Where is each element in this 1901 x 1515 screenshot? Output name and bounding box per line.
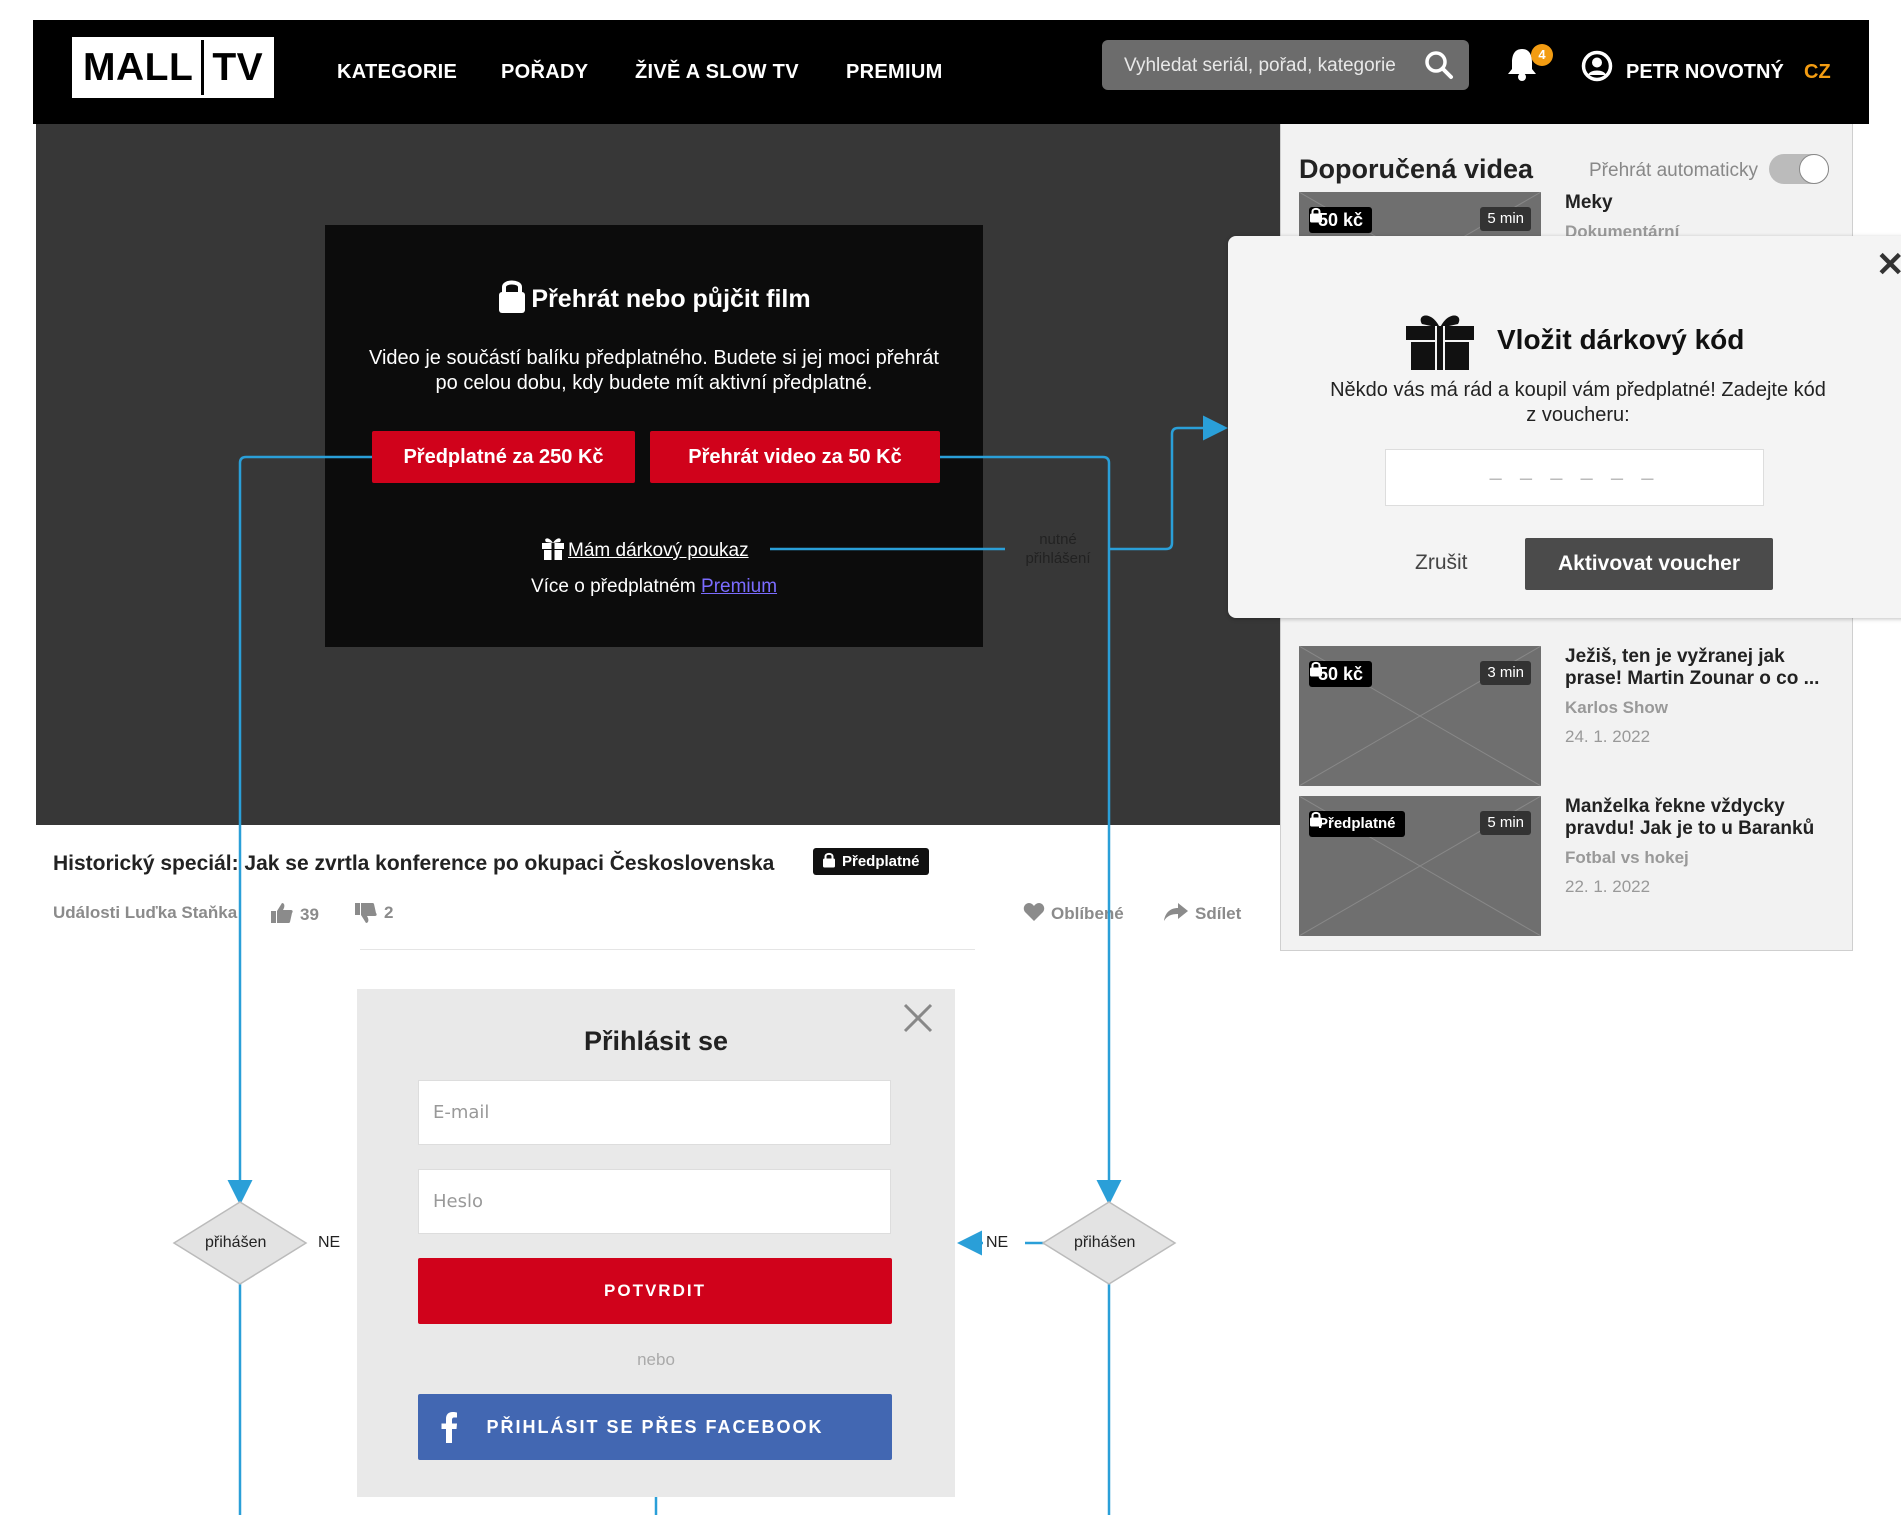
flow-line (227, 455, 372, 1205)
no-label-right: NE (986, 1234, 1009, 1251)
close-icon[interactable] (903, 1003, 933, 1038)
login-dialog: Přihlásit se POTVRDIT nebo PŘIHLÁSIT SE … (357, 989, 955, 1497)
login-required-note-line: přihlášení (1025, 550, 1091, 567)
gift-code-description: Někdo vás má rád a koupil vám předplatné… (1330, 379, 1826, 426)
facebook-login-button[interactable]: PŘIHLÁSIT SE PŘES FACEBOOK (418, 1394, 892, 1460)
voucher-code-input[interactable] (1385, 449, 1764, 506)
login-required-note-line: nutné (1039, 531, 1077, 548)
flow-line (940, 455, 1122, 1205)
password-field[interactable] (418, 1169, 891, 1234)
email-field[interactable] (418, 1080, 891, 1145)
cancel-button[interactable]: Zrušit (1415, 551, 1468, 575)
decision-label-right: přihášen (1074, 1234, 1136, 1251)
no-label-left: NE (318, 1234, 341, 1251)
flow-line (1110, 415, 1228, 551)
login-required-note: nutné přihlášení (1010, 530, 1106, 568)
facebook-login-label: PŘIHLÁSIT SE PŘES FACEBOOK (486, 1417, 824, 1437)
login-title: Přihlásit se (583, 1026, 729, 1056)
gift-icon (1404, 310, 1476, 375)
decision-label-left: přihášen (205, 1234, 267, 1251)
close-icon[interactable]: ✕ (1876, 248, 1901, 282)
confirm-login-button[interactable]: POTVRDIT (418, 1258, 892, 1324)
gift-code-title: Vložit dárkový kód (1497, 324, 1745, 355)
or-separator: nebo (637, 1350, 675, 1369)
activate-voucher-button[interactable]: Aktivovat voucher (1525, 538, 1773, 590)
gift-code-dialog: ✕ Vložit dárkový kód Někdo vás má rád a … (1228, 236, 1901, 618)
